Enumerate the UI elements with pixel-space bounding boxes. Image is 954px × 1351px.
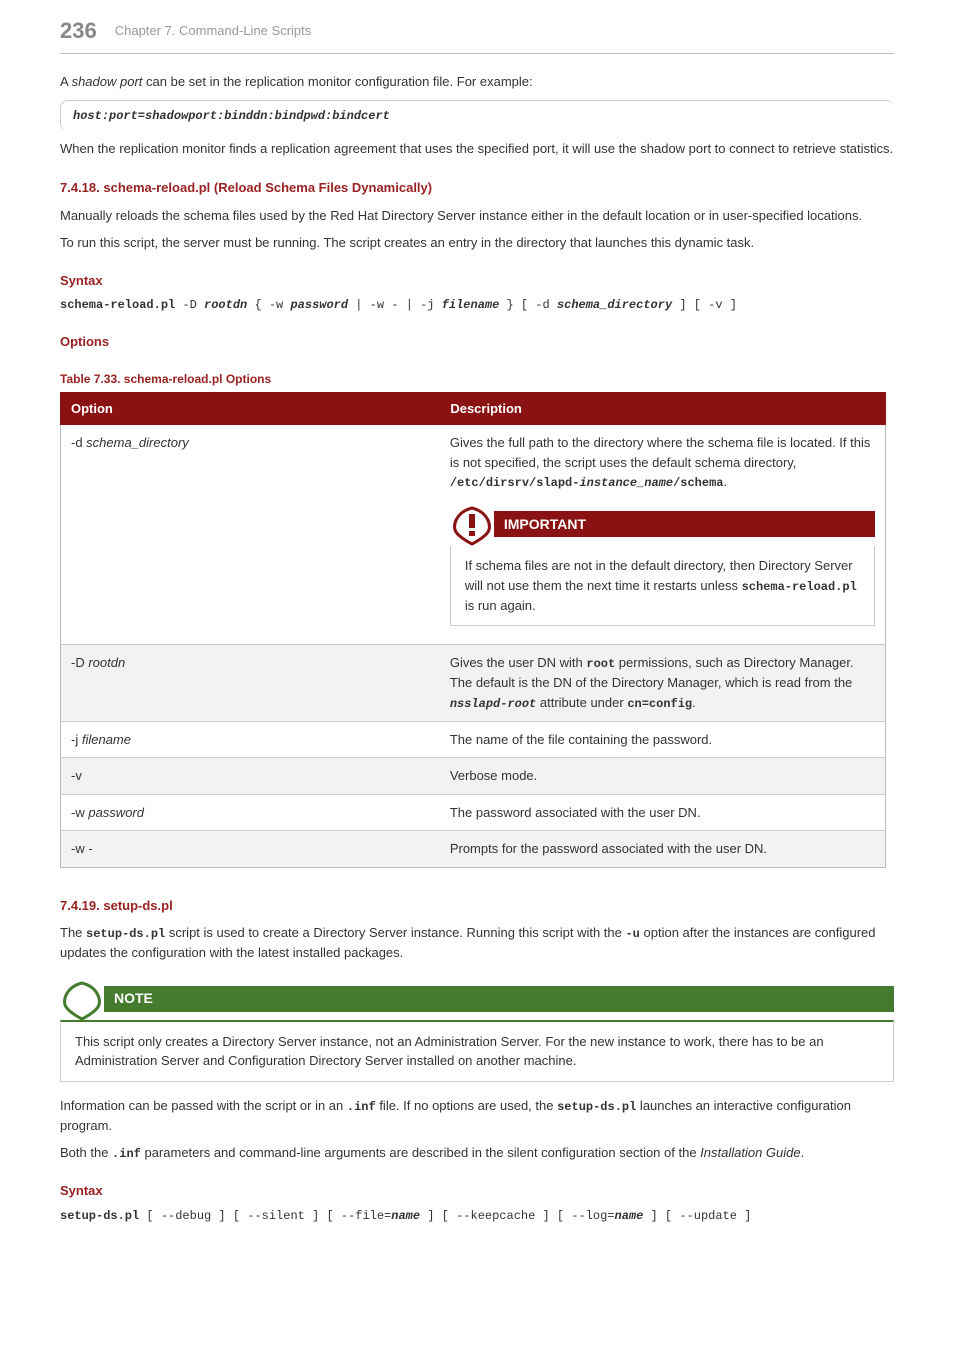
text: is run again. xyxy=(465,598,536,613)
section-7-4-18-p2: To run this script, the server must be r… xyxy=(60,233,894,253)
code: nsslapd-root xyxy=(450,697,536,711)
cmd: schema-reload.pl xyxy=(60,298,175,312)
opt: -v xyxy=(61,758,440,795)
section-7-4-19-p3: Both the .inf parameters and command-lin… xyxy=(60,1143,894,1163)
code-sample: host:port=shadowport:binddn:bindpwd:bind… xyxy=(73,109,390,123)
text: script is used to create a Directory Ser… xyxy=(165,925,625,940)
text: [ --debug ] [ --silent ] [ --file= xyxy=(139,1209,391,1223)
important-admonition: IMPORTANT If schema files are not in the… xyxy=(450,502,875,626)
important-title: IMPORTANT xyxy=(494,511,875,537)
code: -u xyxy=(625,927,639,941)
doc-title: Installation Guide xyxy=(700,1145,800,1160)
schema-reload-syntax: schema-reload.pl -D rootdn { -w password… xyxy=(60,296,894,314)
options-heading: Options xyxy=(60,332,894,352)
text: file. If no options are used, the xyxy=(376,1098,557,1113)
arg: schema_directory xyxy=(557,298,672,312)
note-title: NOTE xyxy=(104,986,894,1012)
text: Both the xyxy=(60,1145,112,1160)
table-row: -w - Prompts for the password associated… xyxy=(61,831,886,868)
code: instance_name xyxy=(579,476,673,490)
opt: -j xyxy=(71,732,82,747)
important-body: If schema files are not in the default d… xyxy=(450,546,875,626)
text: ] [ -v ] xyxy=(672,298,737,312)
th-description: Description xyxy=(440,392,885,425)
page-number: 236 xyxy=(60,14,97,47)
text: Information can be passed with the scrip… xyxy=(60,1098,347,1113)
setup-ds-syntax: setup-ds.pl [ --debug ] [ --silent ] [ -… xyxy=(60,1207,894,1225)
table-row: -j filename The name of the file contain… xyxy=(61,721,886,758)
intro-paragraph-1: A shadow port can be set in the replicat… xyxy=(60,72,894,92)
section-7-4-18-p1: Manually reloads the schema files used b… xyxy=(60,206,894,226)
code: /etc/dirsrv/slapd- xyxy=(450,476,580,490)
shadow-port-code-box: host:port=shadowport:binddn:bindpwd:bind… xyxy=(60,100,894,131)
desc: Prompts for the password associated with… xyxy=(440,831,885,868)
text: -D xyxy=(175,298,204,312)
opt-arg: schema_directory xyxy=(86,435,189,450)
desc: The password associated with the user DN… xyxy=(440,794,885,831)
table-7-33-caption: Table 7.33. schema-reload.pl Options xyxy=(60,370,894,388)
desc-text: Gives the full path to the directory whe… xyxy=(450,435,871,470)
table-row: -w password The password associated with… xyxy=(61,794,886,831)
section-7-4-19-p2: Information can be passed with the scrip… xyxy=(60,1096,894,1136)
arg: name xyxy=(391,1209,420,1223)
opt-arg: rootdn xyxy=(88,655,125,670)
code: .inf xyxy=(112,1147,141,1161)
text: ] [ --keepcache ] [ --log= xyxy=(420,1209,614,1223)
section-7-4-18-heading: 7.4.18. schema-reload.pl (Reload Schema … xyxy=(60,178,894,198)
intro-paragraph-2: When the replication monitor finds a rep… xyxy=(60,139,894,159)
arg: password xyxy=(290,298,348,312)
cmd: setup-ds.pl xyxy=(60,1209,139,1223)
page-header: 236 Chapter 7. Command-Line Scripts xyxy=(60,0,894,54)
syntax-heading-2: Syntax xyxy=(60,1181,894,1201)
code: .inf xyxy=(347,1100,376,1114)
chapter-title: Chapter 7. Command-Line Scripts xyxy=(115,21,312,41)
arg: name xyxy=(615,1209,644,1223)
table-row: -d schema_directory Gives the full path … xyxy=(61,425,886,645)
schema-reload-options-table: Option Description -d schema_directory G… xyxy=(60,392,886,868)
text: . xyxy=(801,1145,805,1160)
opt: -D xyxy=(71,655,88,670)
code: cn=config xyxy=(627,697,692,711)
code: schema-reload.pl xyxy=(742,580,857,594)
opt-arg: password xyxy=(88,805,144,820)
code: setup-ds.pl xyxy=(86,927,165,941)
opt: -d xyxy=(71,435,86,450)
text: The xyxy=(60,925,86,940)
text: . xyxy=(724,474,728,489)
text: { -w xyxy=(247,298,290,312)
th-option: Option xyxy=(61,392,440,425)
arg: filename xyxy=(442,298,500,312)
section-7-4-19-p1: The setup-ds.pl script is used to create… xyxy=(60,923,894,963)
important-icon xyxy=(450,502,494,546)
opt-arg: filename xyxy=(82,732,131,747)
note-admonition: NOTE This script only creates a Director… xyxy=(60,977,894,1082)
section-7-4-19-heading: 7.4.19. setup-ds.pl xyxy=(60,896,894,916)
text: Gives the user DN with xyxy=(450,655,587,670)
opt: -w - xyxy=(61,831,440,868)
text: . xyxy=(692,695,696,710)
text: | -w - | -j xyxy=(348,298,442,312)
desc: Verbose mode. xyxy=(440,758,885,795)
text: can be set in the replication monitor co… xyxy=(142,74,532,89)
note-icon xyxy=(60,977,104,1021)
text: } [ -d xyxy=(499,298,557,312)
text: ] [ --update ] xyxy=(643,1209,751,1223)
code: /schema xyxy=(673,476,723,490)
arg: rootdn xyxy=(204,298,247,312)
term-shadow-port: shadow port xyxy=(72,74,143,89)
code: setup-ds.pl xyxy=(557,1100,636,1114)
text: attribute under xyxy=(536,695,627,710)
text: parameters and command-line arguments ar… xyxy=(141,1145,700,1160)
note-body: This script only creates a Directory Ser… xyxy=(60,1020,894,1082)
opt: -w xyxy=(71,805,88,820)
code: root xyxy=(586,657,615,671)
table-row: -v Verbose mode. xyxy=(61,758,886,795)
syntax-heading: Syntax xyxy=(60,271,894,291)
table-row: -D rootdn Gives the user DN with root pe… xyxy=(61,645,886,722)
text: A xyxy=(60,74,72,89)
desc: The name of the file containing the pass… xyxy=(440,721,885,758)
